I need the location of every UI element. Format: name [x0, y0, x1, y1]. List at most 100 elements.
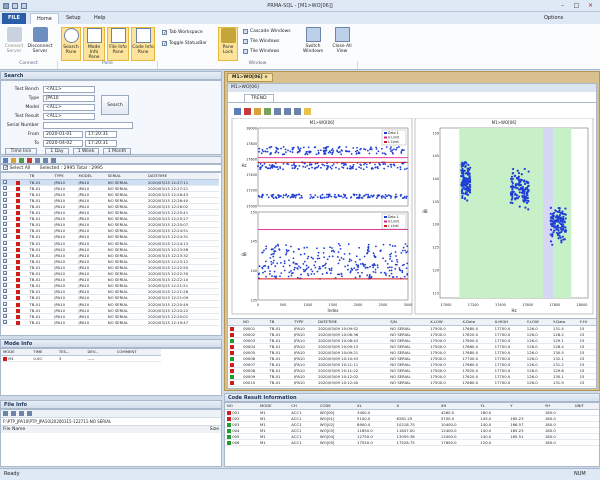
- row-checkbox[interactable]: ✓: [3, 191, 7, 196]
- copy-icon[interactable]: [284, 108, 291, 115]
- table-row[interactable]: ✓ TB-01 JPA10 JPA10 NO SERIAL 2020/03/15 12:2…: [1, 185, 219, 192]
- trend-tab[interactable]: TREND: [244, 94, 274, 102]
- serial-input[interactable]: [43, 122, 133, 129]
- export-icon[interactable]: [274, 108, 281, 115]
- select-all-checkbox[interactable]: ✓: [3, 165, 8, 171]
- tab-setup[interactable]: Setup: [60, 13, 87, 24]
- refresh-icon[interactable]: [27, 411, 32, 416]
- pan-icon[interactable]: [264, 108, 271, 115]
- tab-file[interactable]: FILE: [2, 13, 26, 24]
- search-pane-button[interactable]: Search Pane: [61, 27, 81, 61]
- zoom-icon[interactable]: [254, 108, 261, 115]
- close-all-view-button[interactable]: Close All View: [330, 27, 354, 61]
- table-row[interactable]: 00011TB-01JPA102020/03/09 10:13:03NO SER…: [228, 386, 596, 388]
- save-icon[interactable]: [11, 411, 16, 416]
- row-checkbox[interactable]: ✓: [3, 222, 7, 227]
- trend-charts[interactable]: M1>WO[06] 17000 17200 17400 17600 17800 18000 H…: [228, 118, 596, 318]
- row-checkbox[interactable]: ✓: [3, 283, 7, 288]
- table-row[interactable]: ✓ TB-01 JPA10 JPA10 NO SERIAL 2020/03/15 12:2…: [1, 252, 219, 259]
- table-row[interactable]: ✓ TB-01 JPA10 JPA10 NO SERIAL 2020/03/15 12:2…: [1, 221, 219, 229]
- settings-icon[interactable]: [294, 108, 301, 115]
- connect-server-button[interactable]: Connect Server: [3, 27, 25, 61]
- clear-icon[interactable]: [244, 108, 251, 115]
- code-info-pane-button[interactable]: Code Info Pane: [131, 27, 155, 61]
- table-row[interactable]: ✓ TB-01 JPA10 JPA10 NO SERIAL 2020/03/15 12:2…: [1, 276, 219, 284]
- model-select[interactable]: <ALL>: [43, 104, 95, 111]
- table-row[interactable]: ✓ TB-01 JPA10 JPA10 NO SERIAL 2020/03/15 12:2…: [1, 270, 219, 278]
- table-row[interactable]: ✓ TB-01 JPA10 JPA10 NO SERIAL 2020/03/15 12:2…: [1, 233, 219, 241]
- plot-frequency[interactable]: 17000 17200 17400 17600 17800 18000 Hz Data 1H …: [241, 126, 409, 208]
- row-checkbox[interactable]: ✓: [3, 240, 7, 245]
- table-row[interactable]: 006 M1 ACC1 WO[05] 17550.0 17528.75 17650.0 120…: [225, 439, 599, 447]
- table-row[interactable]: ✓ TB-01 JPA10 JPA10 NO SERIAL 2020/03/15 12:2…: [1, 288, 219, 296]
- to-time-input[interactable]: 17:20:31: [85, 140, 117, 147]
- table-row[interactable]: ✓ TB-01 JPA10 JPA10 NO SERIAL 2020/03/15 12:2…: [1, 300, 219, 308]
- from-date-input[interactable]: 2020-01-01: [43, 131, 83, 138]
- row-checkbox[interactable]: ✓: [3, 204, 7, 209]
- checkbox-checked[interactable]: ✓: [162, 30, 167, 36]
- export-icon[interactable]: [35, 158, 40, 163]
- table-row[interactable]: ✓ TB-01 JPA10 JPA10 NO SERIAL 2020/03/15 12:2…: [1, 313, 219, 320]
- type-select[interactable]: JPA10: [43, 95, 95, 102]
- pass-icon[interactable]: [19, 158, 24, 163]
- table-row[interactable]: ✓ TB-01 JPA10 JPA10 NO SERIAL 2020/03/15 12:2…: [1, 282, 219, 290]
- row-checkbox[interactable]: ✓: [3, 258, 7, 263]
- row-checkbox[interactable]: ✓: [3, 216, 7, 221]
- tab-workspace-toggle[interactable]: ✓ Tab Workspace: [162, 30, 203, 36]
- search-icon[interactable]: [3, 158, 8, 163]
- open-folder-icon[interactable]: [3, 411, 8, 416]
- one-month-button[interactable]: 1 Month: [103, 148, 131, 155]
- pane-lock-button[interactable]: Pane Lock: [218, 27, 238, 61]
- print-icon[interactable]: [43, 158, 48, 163]
- from-time-input[interactable]: 17:20:31: [85, 131, 117, 138]
- row-checkbox[interactable]: ✓: [3, 210, 7, 215]
- one-day-button[interactable]: 1 Day: [45, 148, 69, 155]
- row-checkbox[interactable]: ✓: [3, 246, 7, 251]
- row-checkbox[interactable]: ✓: [3, 179, 7, 184]
- table-row[interactable]: ✓ TB-01 JPA10 JPA10 NO SERIAL 2020/03/15 12:2…: [1, 258, 219, 265]
- table-row[interactable]: ✓ TB-01 JPA10 JPA10 NO SERIAL 2020/03/15 12:2…: [1, 209, 219, 217]
- chart-icon[interactable]: [51, 158, 56, 163]
- table-row[interactable]: ✓ TB-01 JPA10 JPA10 NO SERIAL 2020/03/15 12:2…: [1, 191, 219, 198]
- tile-vertical-button[interactable]: Tile Windows: [243, 49, 279, 54]
- minimize-button[interactable]: –: [556, 2, 569, 10]
- row-checkbox[interactable]: ✓: [3, 264, 7, 269]
- tile-horizontal-button[interactable]: Tile Windows: [243, 39, 279, 44]
- filter-icon[interactable]: [11, 158, 16, 163]
- row-checkbox-cell[interactable]: ✓: [1, 319, 15, 326]
- mode-info-pane-button[interactable]: Mode Info Pane: [83, 27, 105, 61]
- row-checkbox[interactable]: ✓: [3, 319, 7, 324]
- one-week-button[interactable]: 1 Week: [73, 148, 99, 155]
- row-checkbox[interactable]: ✓: [3, 185, 7, 190]
- row-checkbox[interactable]: ✓: [3, 228, 7, 233]
- row-checkbox[interactable]: ✓: [3, 277, 7, 282]
- toggle-statusbar-toggle[interactable]: ✓ Toggle StatusBar: [162, 41, 207, 47]
- table-row[interactable]: ✓ TB-01 JPA10 JPA10 NO SERIAL 2020/03/15 12:2…: [1, 227, 219, 235]
- row-checkbox[interactable]: ✓: [3, 301, 7, 306]
- table-row[interactable]: ✓ TB-01 JPA10 JPA10 NO SERIAL 2020/03/15 12:2…: [1, 215, 219, 223]
- table-row[interactable]: ✓ TB-01 JPA10 JPA10 NO SERIAL 2020/03/15 12:2…: [1, 246, 219, 253]
- tab-help[interactable]: Help: [88, 13, 111, 24]
- plot-level[interactable]: 135 140 145 150 dB Data 1H LimitL Limit: [241, 210, 409, 302]
- file-info-pane-button[interactable]: File Info Pane: [107, 27, 129, 61]
- to-date-input[interactable]: 2020-04-02: [43, 140, 83, 147]
- table-row[interactable]: ✓ TB-01 JPA10 JPA10 NO SERIAL 2020/03/15 12:2…: [1, 179, 219, 186]
- row-checkbox[interactable]: ✓: [3, 271, 7, 276]
- table-row[interactable]: ✓ TB-01 JPA10 JPA10 NO SERIAL 2020/03/15 12:2…: [1, 203, 219, 211]
- table-row[interactable]: ✓ TB-01 JPA10 JPA10 NO SERIAL 2020/03/15 12:2…: [1, 264, 219, 272]
- table-row[interactable]: ✓ TB-01 JPA10 JPA10 NO SERIAL 2020/03/15 12:2…: [1, 294, 219, 302]
- options-menu[interactable]: Options: [538, 13, 569, 24]
- col-size[interactable]: Size: [210, 427, 219, 432]
- col-file-name[interactable]: File Name: [3, 427, 25, 432]
- switch-windows-button[interactable]: Switch Windows: [300, 27, 326, 61]
- test-bench-select[interactable]: <ALL>: [43, 86, 95, 93]
- tab-home[interactable]: Home: [30, 13, 59, 24]
- time-init-button[interactable]: Time Inin: [5, 148, 37, 155]
- row-checkbox[interactable]: ✓: [3, 234, 7, 239]
- cascade-windows-button[interactable]: Cascade Windows: [243, 29, 291, 34]
- search-button[interactable]: Search: [101, 95, 129, 115]
- test-result-select[interactable]: <ALL>: [43, 113, 95, 120]
- table-row[interactable]: ✓ TB-01 JPA10 JPA10 NO SERIAL 2020/03/15 12:2…: [1, 240, 219, 247]
- close-icon[interactable]: ×: [264, 75, 268, 80]
- row-checkbox[interactable]: ✓: [3, 289, 7, 294]
